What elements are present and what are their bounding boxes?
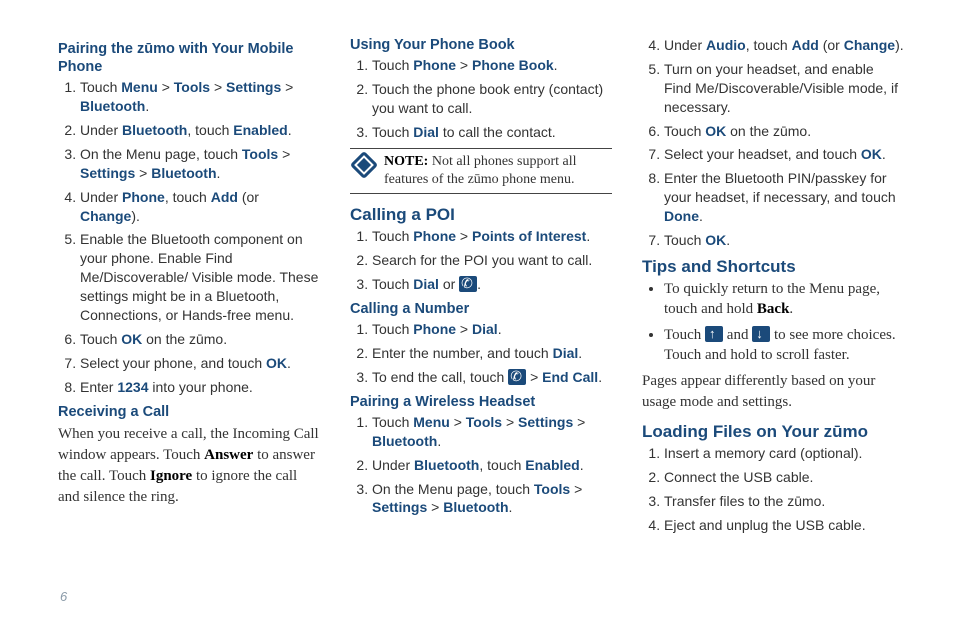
phone-icon — [459, 276, 477, 292]
paragraph: When you receive a call, the Incoming Ca… — [58, 424, 320, 508]
bullet: To quickly return to the Menu page, touc… — [664, 279, 904, 320]
step: Under Phone, touch Add (or Change). — [80, 188, 320, 226]
columns: Pairing the zūmo with Your Mobile Phone … — [58, 36, 904, 576]
section-calling-number: Calling a Number Touch Phone > Dial. Ent… — [350, 300, 612, 387]
heading: Pairing a Wireless Headset — [350, 393, 612, 411]
section-pairing-phone: Pairing the zūmo with Your Mobile Phone … — [58, 40, 320, 397]
step: Touch OK. — [664, 231, 904, 250]
section-loading-files: Loading Files on Your zūmo Insert a memo… — [642, 421, 904, 535]
section-pairing-headset: Pairing a Wireless Headset Touch Menu > … — [350, 393, 612, 518]
step: Touch Menu > Tools > Settings > Bluetoot… — [372, 413, 612, 451]
step: Turn on your headset, and enable Find Me… — [664, 60, 904, 117]
step: Insert a memory card (optional). — [664, 444, 904, 463]
section-phone-book: Using Your Phone Book Touch Phone > Phon… — [350, 36, 612, 194]
step: To end the call, touch > End Call. — [372, 368, 612, 387]
heading: Calling a Number — [350, 300, 612, 318]
ordered-list: Touch Phone > Dial. Enter the number, an… — [350, 320, 612, 387]
step: Under Bluetooth, touch Enabled. — [372, 456, 612, 475]
arrow-up-icon — [705, 326, 723, 342]
step: On the Menu page, touch Tools > Settings… — [372, 480, 612, 518]
step: Connect the USB cable. — [664, 468, 904, 487]
section-pairing-headset-cont: Under Audio, touch Add (or Change). Turn… — [642, 36, 904, 250]
ordered-list: Touch Menu > Tools > Settings > Bluetoot… — [58, 78, 320, 396]
step: Select your phone, and touch OK. — [80, 354, 320, 373]
heading: Pairing the zūmo with Your Mobile Phone — [58, 40, 320, 76]
section-calling-poi: Calling a POI Touch Phone > Points of In… — [350, 204, 612, 294]
step: Under Audio, touch Add (or Change). — [664, 36, 904, 55]
step: Transfer files to the zūmo. — [664, 492, 904, 511]
step: Enter the Bluetooth PIN/passkey for your… — [664, 169, 904, 226]
note-icon — [350, 151, 378, 179]
ordered-list: Touch Phone > Phone Book. Touch the phon… — [350, 56, 612, 142]
ordered-list: Touch Menu > Tools > Settings > Bluetoot… — [350, 413, 612, 517]
step: Enter 1234 into your phone. — [80, 378, 320, 397]
step: Touch OK on the zūmo. — [80, 330, 320, 349]
step: Touch Menu > Tools > Settings > Bluetoot… — [80, 78, 320, 116]
heading: Using Your Phone Book — [350, 36, 612, 54]
step: Touch Phone > Points of Interest. — [372, 227, 612, 246]
ordered-list: Insert a memory card (optional). Connect… — [642, 444, 904, 535]
manual-page: Pairing the zūmo with Your Mobile Phone … — [0, 0, 954, 618]
heading: Receiving a Call — [58, 403, 320, 421]
step: Touch the phone book entry (contact) you… — [372, 80, 612, 118]
heading: Calling a POI — [350, 204, 612, 225]
heading: Tips and Shortcuts — [642, 256, 904, 277]
step: Touch Phone > Dial. — [372, 320, 612, 339]
page-number: 6 — [60, 589, 67, 604]
step: Select your headset, and touch OK. — [664, 145, 904, 164]
step: Touch Dial or . — [372, 275, 612, 294]
step: Eject and unplug the USB cable. — [664, 516, 904, 535]
step: Touch Phone > Phone Book. — [372, 56, 612, 75]
step: Enter the number, and touch Dial. — [372, 344, 612, 363]
step: Touch Dial to call the contact. — [372, 123, 612, 142]
section-receiving-call: Receiving a Call When you receive a call… — [58, 403, 320, 508]
bullet: Touch and to see more choices. Touch and… — [664, 325, 904, 366]
section-tips-shortcuts: Tips and Shortcuts To quickly return to … — [642, 256, 904, 413]
step: Enable the Bluetooth component on your p… — [80, 230, 320, 324]
bullet-list: To quickly return to the Menu page, touc… — [642, 279, 904, 365]
note-box: NOTE: Not all phones support all feature… — [350, 148, 612, 194]
phone-icon — [508, 369, 526, 385]
step: Touch OK on the zūmo. — [664, 122, 904, 141]
arrow-down-icon — [752, 326, 770, 342]
step: On the Menu page, touch Tools > Settings… — [80, 145, 320, 183]
step: Under Bluetooth, touch Enabled. — [80, 121, 320, 140]
step: Search for the POI you want to call. — [372, 251, 612, 270]
ordered-list: Under Audio, touch Add (or Change). Turn… — [642, 36, 904, 250]
paragraph: Pages appear differently based on your u… — [642, 371, 904, 413]
ordered-list: Touch Phone > Points of Interest. Search… — [350, 227, 612, 294]
heading: Loading Files on Your zūmo — [642, 421, 904, 442]
